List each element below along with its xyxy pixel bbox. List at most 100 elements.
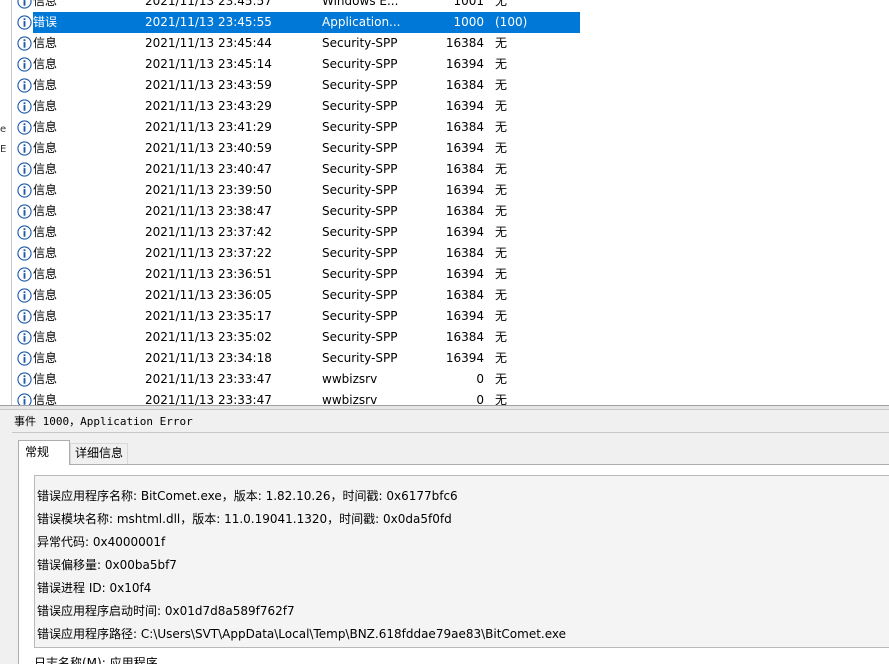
category-cell: 无	[495, 225, 508, 239]
table-row[interactable]: 信息 2021/11/13 23:35:17 Security-SPP 16394 无	[12, 306, 889, 327]
category-cell: 无	[495, 393, 508, 405]
event-id-cell: 0	[476, 372, 484, 386]
message-line: 错误模块名称: mshtml.dll，版本: 11.0.19041.1320，时…	[37, 512, 452, 526]
info-icon	[17, 141, 32, 156]
level-cell: 信息	[33, 36, 58, 50]
category-cell: 无	[495, 372, 508, 386]
datetime-cell: 2021/11/13 23:36:51	[145, 267, 272, 281]
info-icon	[17, 183, 32, 198]
info-icon	[17, 393, 32, 405]
category-cell: 无	[495, 330, 508, 344]
info-icon	[17, 204, 32, 219]
event-id-cell: 16394	[445, 267, 484, 281]
datetime-cell: 2021/11/13 23:33:47	[145, 393, 272, 405]
category-cell: 无	[495, 78, 508, 92]
level-cell: 信息	[33, 120, 58, 134]
level-cell: 信息	[33, 183, 58, 197]
source-cell: Security-SPP	[322, 162, 398, 176]
table-row[interactable]: 信息 2021/11/13 23:39:50 Security-SPP 16394 无	[12, 180, 889, 201]
event-id-cell: 16384	[445, 36, 484, 50]
category-cell: 无	[495, 141, 508, 155]
event-message-box[interactable]: 错误应用程序名称: BitComet.exe，版本: 1.82.10.26，时间…	[34, 475, 889, 648]
table-row[interactable]: 信息 2021/11/13 23:38:47 Security-SPP 16384 无	[12, 201, 889, 222]
info-icon	[17, 246, 32, 261]
datetime-cell: 2021/11/13 23:43:29	[145, 99, 272, 113]
source-cell: Security-SPP	[322, 78, 398, 92]
log-name-field: 日志名称(M): 应用程序	[34, 656, 158, 664]
table-row[interactable]: 信息 2021/11/13 23:36:05 Security-SPP 16384 无	[12, 285, 889, 306]
table-row[interactable]: 信息 2021/11/13 23:45:14 Security-SPP 16394 无	[12, 54, 889, 75]
event-list[interactable]: e E 信息 2021/11/13 23:45:57 Windows E... 100…	[0, 0, 889, 405]
source-cell: wwbizsrv	[322, 393, 378, 405]
table-row[interactable]: 信息 2021/11/13 23:43:29 Security-SPP 16394 无	[12, 96, 889, 117]
event-id-cell: 16394	[445, 57, 484, 71]
source-cell: Security-SPP	[322, 141, 398, 155]
level-cell: 信息	[33, 393, 58, 405]
level-cell: 错误	[33, 15, 58, 29]
datetime-cell: 2021/11/13 23:34:18	[145, 351, 272, 365]
event-id-cell: 16384	[445, 162, 484, 176]
event-id-cell: 16384	[445, 246, 484, 260]
source-cell: Security-SPP	[322, 351, 398, 365]
table-row[interactable]: 信息 2021/11/13 23:35:02 Security-SPP 16384 无	[12, 327, 889, 348]
datetime-cell: 2021/11/13 23:33:47	[145, 372, 272, 386]
info-icon	[17, 309, 32, 324]
table-row[interactable]: 信息 2021/11/13 23:40:59 Security-SPP 16394 无	[12, 138, 889, 159]
source-cell: Security-SPP	[322, 330, 398, 344]
tab-general[interactable]: 常规	[18, 440, 70, 465]
event-id-cell: 1001	[453, 0, 484, 8]
source-cell: Security-SPP	[322, 225, 398, 239]
level-cell: 信息	[33, 309, 58, 323]
table-row[interactable]: 信息 2021/11/13 23:37:22 Security-SPP 16384 无	[12, 243, 889, 264]
datetime-cell: 2021/11/13 23:35:02	[145, 330, 272, 344]
datetime-cell: 2021/11/13 23:38:47	[145, 204, 272, 218]
level-cell: 信息	[33, 57, 58, 71]
table-row[interactable]: 信息 2021/11/13 23:33:47 wwbizsrv 0 无	[12, 369, 889, 390]
table-row[interactable]: 信息 2021/11/13 23:45:57 Windows E... 1001 无	[12, 0, 889, 12]
source-cell: Security-SPP	[322, 204, 398, 218]
info-icon	[17, 225, 32, 240]
source-cell: Security-SPP	[322, 309, 398, 323]
info-icon	[17, 288, 32, 303]
table-row-selected[interactable]: 错误 2021/11/13 23:45:55 Application... 1000 (…	[12, 12, 889, 33]
table-row[interactable]: 信息 2021/11/13 23:37:42 Security-SPP 16394 无	[12, 222, 889, 243]
category-cell: 无	[495, 120, 508, 134]
datetime-cell: 2021/11/13 23:40:59	[145, 141, 272, 155]
table-row[interactable]: 信息 2021/11/13 23:36:51 Security-SPP 16394 无	[12, 264, 889, 285]
table-row[interactable]: 信息 2021/11/13 23:43:59 Security-SPP 16384 无	[12, 75, 889, 96]
category-cell: 无	[495, 204, 508, 218]
level-cell: 信息	[33, 204, 58, 218]
level-cell: 信息	[33, 141, 58, 155]
table-row[interactable]: 信息 2021/11/13 23:40:47 Security-SPP 16384 无	[12, 159, 889, 180]
info-icon	[17, 0, 32, 9]
table-row[interactable]: 信息 2021/11/13 23:45:44 Security-SPP 16384 无	[12, 33, 889, 54]
event-detail-title: 事件 1000，Application Error	[14, 415, 193, 428]
table-row[interactable]: 信息 2021/11/13 23:34:18 Security-SPP 16394 无	[12, 348, 889, 369]
level-cell: 信息	[33, 246, 58, 260]
event-id-cell: 16394	[445, 183, 484, 197]
source-cell: Security-SPP	[322, 246, 398, 260]
datetime-cell: 2021/11/13 23:45:44	[145, 36, 272, 50]
source-cell: Security-SPP	[322, 99, 398, 113]
source-cell: Security-SPP	[322, 36, 398, 50]
datetime-cell: 2021/11/13 23:43:59	[145, 78, 272, 92]
level-cell: 信息	[33, 288, 58, 302]
event-id-cell: 16394	[445, 141, 484, 155]
datetime-cell: 2021/11/13 23:40:47	[145, 162, 272, 176]
message-line: 错误应用程序路径: C:\Users\SVT\AppData\Local\Tem…	[37, 627, 567, 641]
level-cell: 信息	[33, 372, 58, 386]
category-cell: 无	[495, 309, 508, 323]
level-cell: 信息	[33, 162, 58, 176]
event-id-cell: 16384	[445, 78, 484, 92]
tab-details[interactable]: 详细信息	[70, 443, 128, 464]
table-row[interactable]: 信息 2021/11/13 23:41:29 Security-SPP 16384 无	[12, 117, 889, 138]
category-cell: 无	[495, 36, 508, 50]
category-cell: 无	[495, 351, 508, 365]
event-id-cell: 16394	[445, 99, 484, 113]
category-cell: 无	[495, 0, 508, 8]
level-cell: 信息	[33, 330, 58, 344]
event-id-cell: 16394	[445, 351, 484, 365]
table-row[interactable]: 信息 2021/11/13 23:33:47 wwbizsrv 0 无	[12, 390, 889, 405]
datetime-cell: 2021/11/13 23:45:14	[145, 57, 272, 71]
message-line: 错误应用程序启动时间: 0x01d7d8a589f762f7	[37, 604, 295, 618]
